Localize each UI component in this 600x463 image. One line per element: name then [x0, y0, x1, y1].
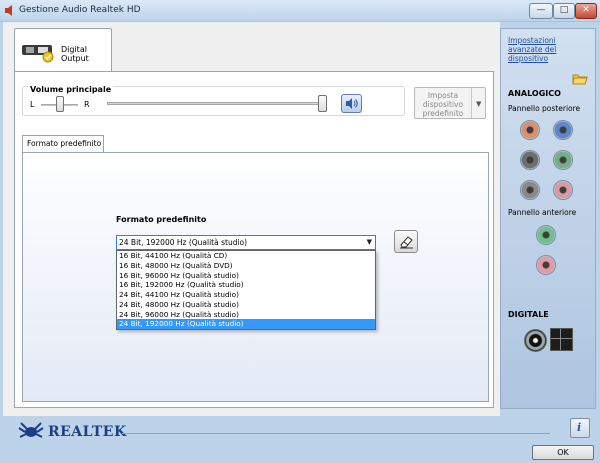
- balance-right-label: R: [84, 100, 90, 109]
- front-audio-jack[interactable]: [536, 255, 556, 275]
- analog-section-title: ANALOGICO: [508, 89, 561, 98]
- tab-digital-output[interactable]: Digital Output: [14, 28, 112, 72]
- title-bar: Gestione Audio Realtek HD — □ ✕: [0, 0, 600, 22]
- folder-icon[interactable]: [572, 72, 588, 85]
- format-option[interactable]: 24 Bit, 44100 Hz (Qualità studio): [117, 290, 375, 300]
- format-option[interactable]: 24 Bit, 48000 Hz (Qualità studio): [117, 300, 375, 310]
- format-option[interactable]: 16 Bit, 48000 Hz (Qualità DVD): [117, 261, 375, 271]
- format-options-list[interactable]: 16 Bit, 44100 Hz (Qualità CD) 16 Bit, 480…: [116, 250, 376, 330]
- crab-logo-icon: [18, 422, 44, 438]
- digital-section-title: DIGITALE: [508, 310, 549, 319]
- info-button[interactable]: i: [570, 418, 590, 438]
- rear-audio-jack[interactable]: [520, 150, 540, 170]
- close-button[interactable]: ✕: [575, 3, 597, 19]
- tab-default-format[interactable]: Formato predefinito: [22, 135, 104, 153]
- format-title: Formato predefinito: [116, 215, 207, 224]
- tab-default-format-label: Formato predefinito: [27, 139, 102, 148]
- front-panel-label: Pannello anteriore: [508, 208, 577, 217]
- optical-output-jack[interactable]: [550, 328, 573, 351]
- format-select[interactable]: 24 Bit, 192000 Hz (Qualità studio) ▼: [116, 235, 376, 250]
- advanced-settings-link[interactable]: Impostazioni avanzate del dispositivo: [508, 36, 574, 63]
- volume-title: Volume principale: [28, 85, 114, 94]
- mute-button[interactable]: [341, 94, 362, 113]
- front-audio-jack[interactable]: [536, 225, 556, 245]
- set-default-device-dropdown[interactable]: ▼: [471, 88, 486, 118]
- volume-slider-thumb[interactable]: [318, 95, 327, 112]
- reset-format-button[interactable]: [394, 230, 418, 253]
- balance-slider-thumb[interactable]: [56, 96, 64, 112]
- set-default-device-button[interactable]: Imposta dispositivo predefinito ▼: [414, 87, 486, 119]
- format-option[interactable]: 16 Bit, 96000 Hz (Qualità studio): [117, 271, 375, 281]
- rear-audio-jack[interactable]: [553, 180, 573, 200]
- set-default-device-label: Imposta dispositivo predefinito: [422, 91, 464, 118]
- footer-divider: [122, 433, 550, 434]
- format-option[interactable]: 24 Bit, 96000 Hz (Qualità studio): [117, 310, 375, 320]
- device-tab-label: Digital Output: [61, 45, 89, 63]
- realtek-logo: REALTEK: [15, 420, 126, 442]
- format-option[interactable]: 16 Bit, 192000 Hz (Qualità studio): [117, 280, 375, 290]
- rear-panel-label: Pannello posteriore: [508, 104, 581, 113]
- format-option[interactable]: 24 Bit, 192000 Hz (Qualità studio): [117, 319, 375, 329]
- format-option[interactable]: 16 Bit, 44100 Hz (Qualità CD): [117, 251, 375, 261]
- ok-button[interactable]: OK: [532, 445, 594, 460]
- chevron-down-icon: ▼: [476, 100, 482, 108]
- speaker-app-icon: [5, 5, 12, 16]
- chevron-down-icon: ▼: [366, 238, 372, 246]
- format-select-value: 24 Bit, 192000 Hz (Qualità studio): [119, 238, 248, 247]
- rear-audio-jack[interactable]: [553, 120, 573, 140]
- speaker-icon: [346, 98, 358, 109]
- minimize-button[interactable]: —: [529, 3, 553, 19]
- rear-audio-jack[interactable]: [520, 180, 540, 200]
- balance-left-label: L: [30, 100, 35, 109]
- spdif-device-icon: [22, 45, 54, 63]
- rear-audio-jack[interactable]: [553, 150, 573, 170]
- connector-side-panel: [500, 28, 596, 409]
- volume-slider-track[interactable]: [107, 102, 327, 105]
- coaxial-output-jack[interactable]: [524, 329, 547, 352]
- brand-name: REALTEK: [48, 424, 127, 440]
- eraser-icon: [400, 236, 413, 249]
- rear-audio-jack[interactable]: [520, 120, 540, 140]
- maximize-button[interactable]: □: [553, 3, 575, 19]
- window-title: Gestione Audio Realtek HD: [19, 5, 141, 15]
- info-icon: i: [577, 421, 582, 434]
